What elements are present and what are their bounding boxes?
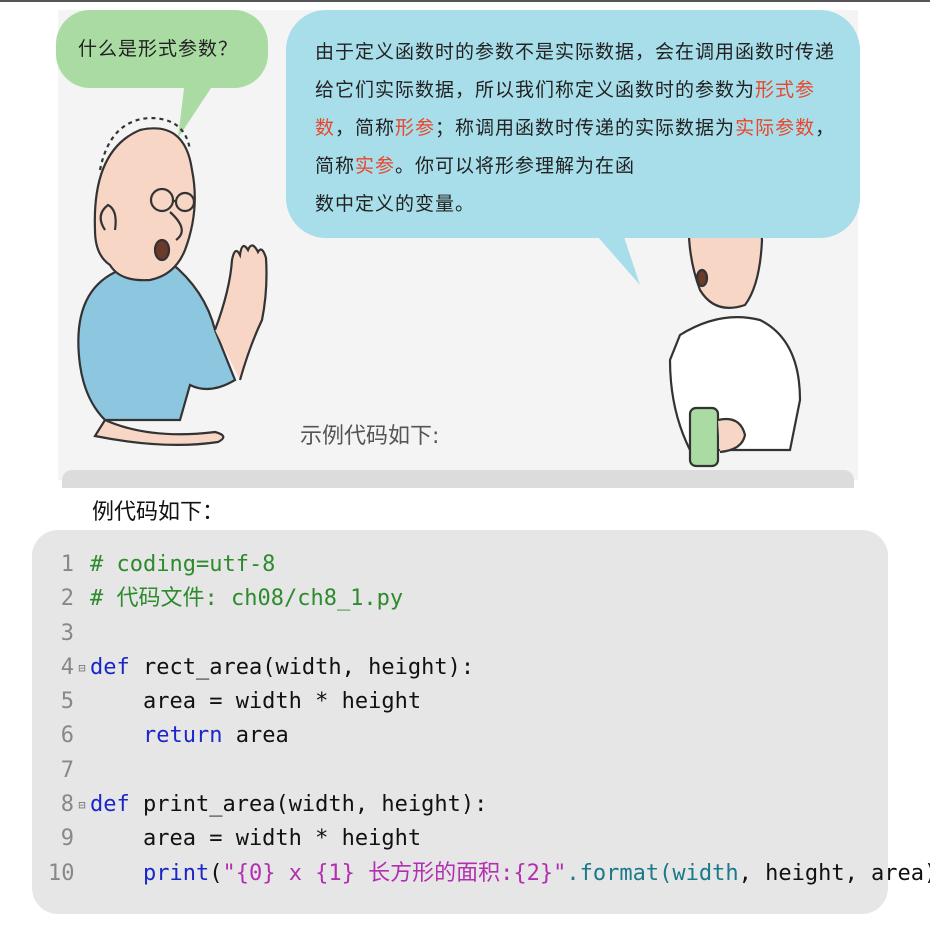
- line-number: 1: [60, 552, 74, 577]
- code-line-1: 1 # coding=utf-8: [48, 548, 930, 582]
- code-line-7: 7: [48, 754, 930, 788]
- small-bubble-tail: [178, 80, 215, 138]
- code-text: print_area(width, height):: [129, 792, 488, 818]
- line-number: 9: [60, 826, 74, 852]
- code-text: , height, area)): [738, 860, 930, 886]
- code-method: .format(: [566, 860, 673, 886]
- code-comment: # coding=utf-8: [90, 552, 276, 577]
- code-line-2: 2 # 代码文件: ch08/ch8_1.py: [48, 582, 930, 616]
- code-line-4: 4 ⊟ def rect_area(width, height):: [48, 651, 930, 685]
- code-line-5: 5 area = width * height: [48, 685, 930, 719]
- code-keyword: print: [142, 860, 210, 886]
- example-label: 例代码如下：: [92, 500, 225, 525]
- highlight-short-actual: 实参: [355, 155, 396, 177]
- answer-line-3-text-b: ；称调用函数时传递的实际数据为: [435, 117, 736, 139]
- highlight-formal-param-end: 数: [315, 117, 336, 139]
- line-number: 4: [60, 654, 74, 680]
- line-number: 7: [60, 757, 74, 783]
- code-line-9: 9 area = width * height: [48, 822, 930, 856]
- code-text: area: [222, 723, 289, 749]
- answer-line-5: 数中定义的变量。: [315, 193, 476, 215]
- fold-icon[interactable]: ⊟: [74, 788, 90, 822]
- code-line-6: 6 return area: [48, 719, 930, 753]
- highlight-short-formal: 形参: [395, 117, 436, 139]
- answer-line-3-end: ，: [815, 117, 836, 139]
- cropped-code-box-edge: [62, 470, 854, 488]
- line-number: 2: [60, 586, 74, 612]
- answer-text: 由于定义函数时的参数不是实际数据，会在调用函数时传递 给它们实际数据，所以我们称…: [315, 33, 835, 223]
- example-label-inline: 示例代码如下:: [300, 424, 440, 449]
- answer-line-3-text-a: ，简称: [335, 117, 396, 139]
- code-text: area = width * height: [90, 689, 422, 715]
- code-text: rect_area(width, height):: [129, 654, 475, 680]
- line-number: 3: [60, 620, 74, 646]
- code-keyword: return: [142, 723, 223, 749]
- bald-man-figure: [77, 116, 268, 446]
- code-keyword: def: [90, 654, 130, 680]
- question-text: 什么是形式参数？: [78, 38, 239, 60]
- code-line-10: 10 print("{0} x {1} 长方形的面积:{2}" .format(w…: [48, 857, 930, 891]
- line-number: 5: [60, 689, 74, 715]
- code-comment: # 代码文件: ch08/ch8_1.py: [90, 586, 404, 612]
- answer-line-4: 简称实参。你可以将形参理解为在函: [315, 147, 835, 185]
- code-paren: (: [209, 860, 223, 886]
- highlight-formal-param-part: 形式参: [755, 79, 816, 101]
- code-text: area = width * height: [90, 826, 422, 852]
- code-lines: 1 # coding=utf-8 2 # 代码文件: ch08/ch8_1.py 3…: [48, 548, 930, 891]
- code-line-8: 8 ⊟ def print_area(width, height):: [48, 788, 930, 822]
- code-line-3: 3: [48, 617, 930, 651]
- answer-line-4-pre: 简称: [315, 155, 356, 177]
- answer-line-1: 由于定义函数时的参数不是实际数据，会在调用函数时传递: [315, 41, 836, 63]
- line-number: 8: [60, 792, 74, 818]
- code-arg: width: [672, 860, 739, 886]
- answer-line-2-text: 给它们实际数据，所以我们称定义函数时的参数为: [315, 79, 756, 101]
- line-number: 10: [48, 860, 75, 886]
- answer-line-2: 给它们实际数据，所以我们称定义函数时的参数为形式参: [315, 71, 835, 109]
- highlight-actual-param: 实际参数: [735, 117, 816, 139]
- fold-icon[interactable]: ⊟: [74, 651, 90, 685]
- answer-line-3: 数，简称形参；称调用函数时传递的实际数据为实际参数，: [315, 109, 835, 147]
- code-keyword: def: [90, 792, 130, 818]
- code-string: "{0} x {1} 长方形的面积:{2}": [222, 860, 567, 886]
- answer-line-4-post: 。你可以将形参理解为在函: [395, 155, 636, 177]
- line-number: 6: [60, 723, 74, 749]
